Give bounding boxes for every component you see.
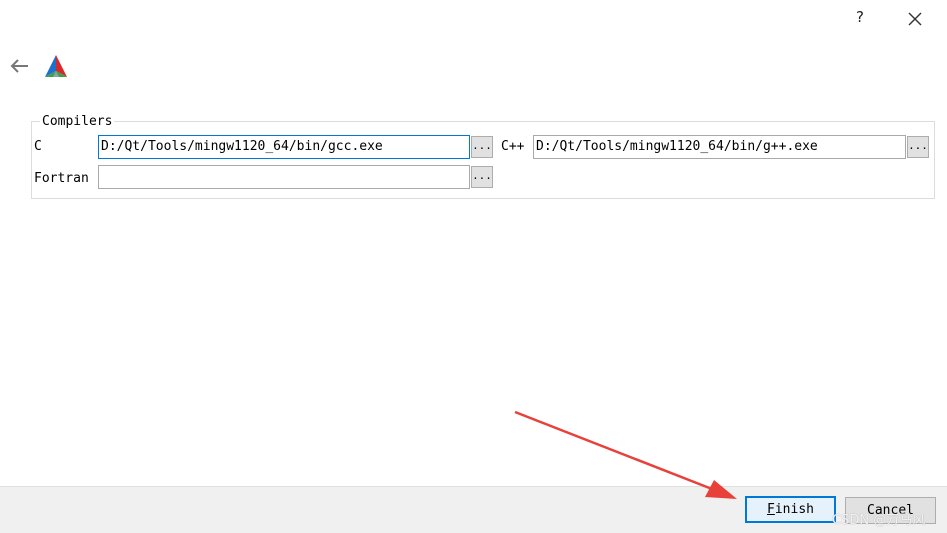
c-compiler-browse-button[interactable]: ... [471, 136, 493, 158]
help-button[interactable]: ? [850, 8, 870, 30]
cxx-compiler-browse-button[interactable]: ... [907, 136, 929, 158]
watermark: CSDN @万马风 [832, 513, 926, 528]
compilers-group-title: Compilers [40, 114, 115, 129]
fortran-compiler-field[interactable] [98, 165, 470, 189]
c-compiler-field[interactable]: D:/Qt/Tools/mingw1120_64/bin/gcc.exe [98, 135, 470, 159]
cxx-compiler-label: C++ [501, 139, 525, 154]
back-button[interactable] [8, 56, 32, 76]
close-icon [908, 12, 922, 26]
c-compiler-label: C [34, 139, 42, 154]
fortran-compiler-label: Fortran [34, 171, 89, 186]
back-arrow-icon [10, 59, 28, 73]
annotation-arrow [514, 410, 737, 499]
fortran-compiler-browse-button[interactable]: ... [471, 166, 493, 188]
finish-label: inish [774, 502, 814, 517]
finish-button[interactable]: Finish [745, 496, 836, 523]
cmake-logo-icon [44, 54, 68, 80]
finish-mnemonic: F [767, 502, 775, 517]
window-controls [827, 0, 947, 40]
cxx-compiler-field[interactable]: D:/Qt/Tools/mingw1120_64/bin/g++.exe [533, 135, 906, 159]
close-button[interactable] [904, 8, 926, 30]
